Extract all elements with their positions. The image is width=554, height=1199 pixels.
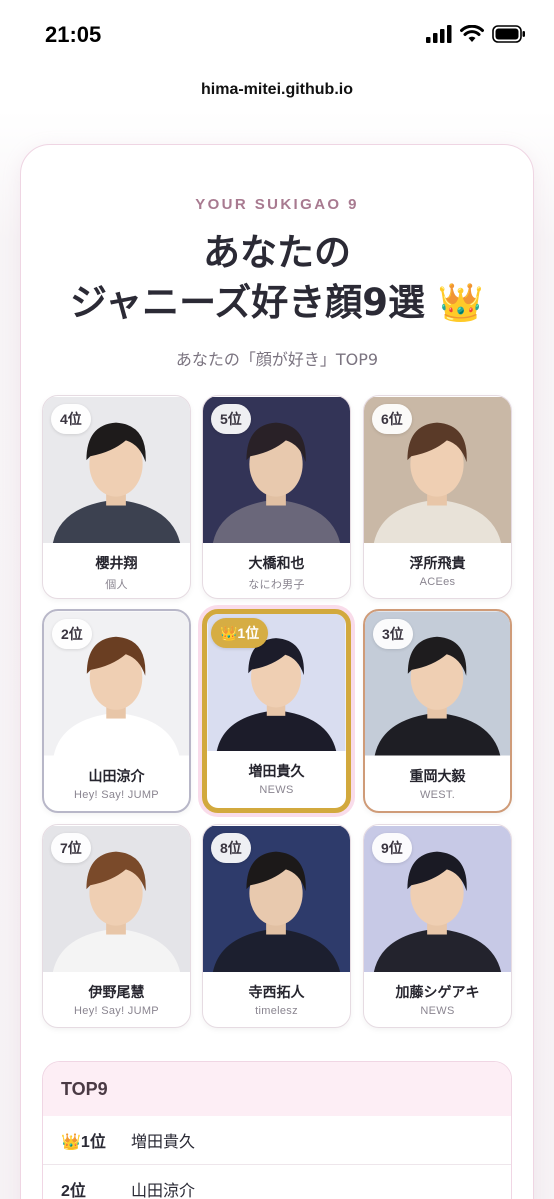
member-name: 伊野尾慧 [88,985,145,1001]
member-group: WEST. [419,789,456,801]
eyebrow-label: YOUR SUKIGAO 9 [195,196,359,213]
member-name: 重岡大毅 [409,769,466,785]
ranking-tile[interactable]: 6位 浮所飛貴 ACEes [363,395,512,599]
address-bar-url[interactable]: hima-mitei.github.io [0,81,554,99]
ranking-tile[interactable]: 👑1位 増田貴久 NEWS [202,609,351,813]
ranking-grid: 4位 櫻井翔 個人 5位 大橋和也 なにわ男子 6位 浮所飛貴 ACEes 2位… [42,395,512,1029]
rank-badge: 3位 [373,619,413,649]
rank-badge: 6位 [372,404,412,434]
member-group: 個人 [105,579,128,591]
member-group: timelesz [255,1005,298,1017]
rank-badge: 👑1位 [211,618,269,648]
ranking-tile[interactable]: 8位 寺西拓人 timelesz [202,824,351,1028]
member-name: 加藤シゲアキ [395,985,480,1001]
top9-name: 増田貴久 [131,1132,196,1151]
top9-name: 山田涼介 [131,1181,196,1199]
rank-badge: 8位 [211,833,251,863]
top9-row[interactable]: 2位 山田涼介 [43,1165,511,1199]
top9-row[interactable]: 👑1位 増田貴久 [43,1116,511,1165]
member-group: なにわ男子 [248,579,305,591]
member-group: NEWS [259,784,294,796]
top9-rank: 👑1位 [61,1134,106,1151]
ranking-tile[interactable]: 7位 伊野尾慧 Hey! Say! JUMP [42,824,191,1028]
member-group: Hey! Say! JUMP [74,1005,159,1017]
rank-badge: 7位 [51,833,91,863]
top9-list: TOP9 👑1位 増田貴久 2位 山田涼介 [42,1061,512,1199]
rank-badge: 5位 [211,404,251,434]
rank-badge: 4位 [51,404,91,434]
member-name: 大橋和也 [248,556,305,572]
member-name: 浮所飛貴 [409,556,466,572]
battery-icon [492,25,525,43]
ranking-tile[interactable]: 5位 大橋和也 なにわ男子 [202,395,351,599]
member-name: 山田涼介 [88,769,145,785]
member-name: 櫻井翔 [95,556,138,572]
member-group: NEWS [420,1005,455,1017]
top9-rank: 2位 [61,1183,86,1199]
page-title: あなたの ジャニーズ好き顔9選 👑 [0,228,554,328]
status-bar: 21:05 [0,0,554,64]
member-group: ACEes [419,576,456,588]
member-name: 増田貴久 [248,764,305,780]
ranking-tile[interactable]: 2位 山田涼介 Hey! Say! JUMP [42,609,191,813]
title-line-2: ジャニーズ好き顔9選 👑 [70,281,484,324]
member-name: 寺西拓人 [248,985,305,1001]
title-line-1: あなたの [203,231,351,274]
ranking-tile[interactable]: 3位 重岡大毅 WEST. [363,609,512,813]
ranking-tile[interactable]: 4位 櫻井翔 個人 [42,395,191,599]
ranking-tile[interactable]: 9位 加藤シゲアキ NEWS [363,824,512,1028]
wifi-icon [460,25,484,42]
status-time: 21:05 [45,22,102,47]
page-subtitle: あなたの「顔が好き」TOP9 [175,350,379,369]
signal-icon [426,25,452,43]
top9-heading: TOP9 [43,1062,511,1116]
rank-badge: 2位 [52,619,92,649]
rank-badge: 9位 [372,833,412,863]
status-icons [426,25,526,43]
member-group: Hey! Say! JUMP [74,789,159,801]
